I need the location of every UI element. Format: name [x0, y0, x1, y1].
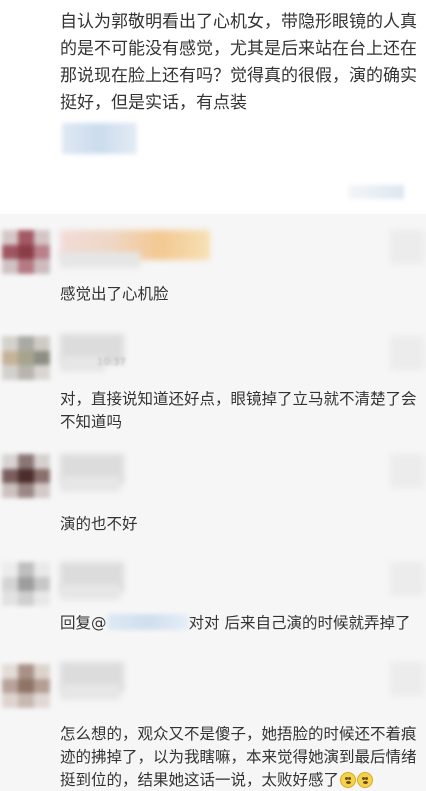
like-icon[interactable]: [390, 662, 424, 696]
comment-text: 演的也不好: [60, 515, 138, 533]
reply-prefix: 回复@: [60, 614, 107, 632]
reply-text: 对对 后来自己演的时候就弄掉了: [188, 614, 411, 632]
like-icon[interactable]: [390, 454, 424, 488]
comment-text: 对，直接说知道还好点，眼镜掉了立马就不清楚了会不知道吗: [60, 390, 417, 431]
main-post: 自认为郭敬明看出了心机女，带隐形眼镜的人真的是不可能没有感觉，尤其是后来站在台上…: [0, 0, 426, 214]
blurred-meta: [348, 185, 404, 199]
comment-meta: [60, 476, 120, 492]
avatar[interactable]: [2, 336, 50, 380]
main-post-text: 自认为郭敬明看出了心机女，带隐形眼镜的人真的是不可能没有感觉，尤其是后来站在台上…: [60, 12, 417, 113]
comment-time: 10:37: [97, 357, 126, 368]
comment-meta: [60, 684, 120, 700]
like-icon[interactable]: [390, 336, 424, 370]
like-icon[interactable]: [390, 562, 424, 596]
mention-link[interactable]: [106, 614, 189, 630]
comment-meta: [60, 584, 120, 600]
comment-list: 感觉出了心机脸 10:37 对，直接说知道还好点，眼镜掉了立马就不清楚了会不知道…: [0, 214, 426, 791]
comment-item[interactable]: 怎么想的，观众又不是傻子，她捂脸的时候还不着痕迹的拂掉了，以为我瞎嘛，本来觉得她…: [0, 654, 426, 791]
comment-text: 感觉出了心机脸: [60, 285, 169, 303]
comment-text: 回复@ 对对 后来自己演的时候就弄掉了: [60, 612, 422, 635]
comment-item[interactable]: 10:37 对，直接说知道还好点，眼镜掉了立马就不清楚了会不知道吗: [0, 320, 426, 442]
comment-item[interactable]: 感觉出了心机脸: [0, 214, 426, 320]
comment-text: 怎么想的，观众又不是傻子，她捂脸的时候还不着痕迹的拂掉了，以为我瞎嘛，本来觉得她…: [60, 723, 422, 791]
like-icon[interactable]: [390, 230, 424, 264]
comment-item[interactable]: 演的也不好: [0, 442, 426, 552]
avatar[interactable]: [2, 454, 50, 498]
comment-meta: [60, 252, 140, 268]
avatar[interactable]: [2, 562, 50, 606]
comment-item[interactable]: 回复@ 对对 后来自己演的时候就弄掉了: [0, 552, 426, 654]
avatar[interactable]: [2, 230, 50, 274]
smile-emoji-icon: [340, 772, 357, 788]
blurred-link[interactable]: [62, 123, 137, 154]
avatar[interactable]: [2, 664, 50, 708]
smile-emoji-icon: [357, 772, 374, 788]
